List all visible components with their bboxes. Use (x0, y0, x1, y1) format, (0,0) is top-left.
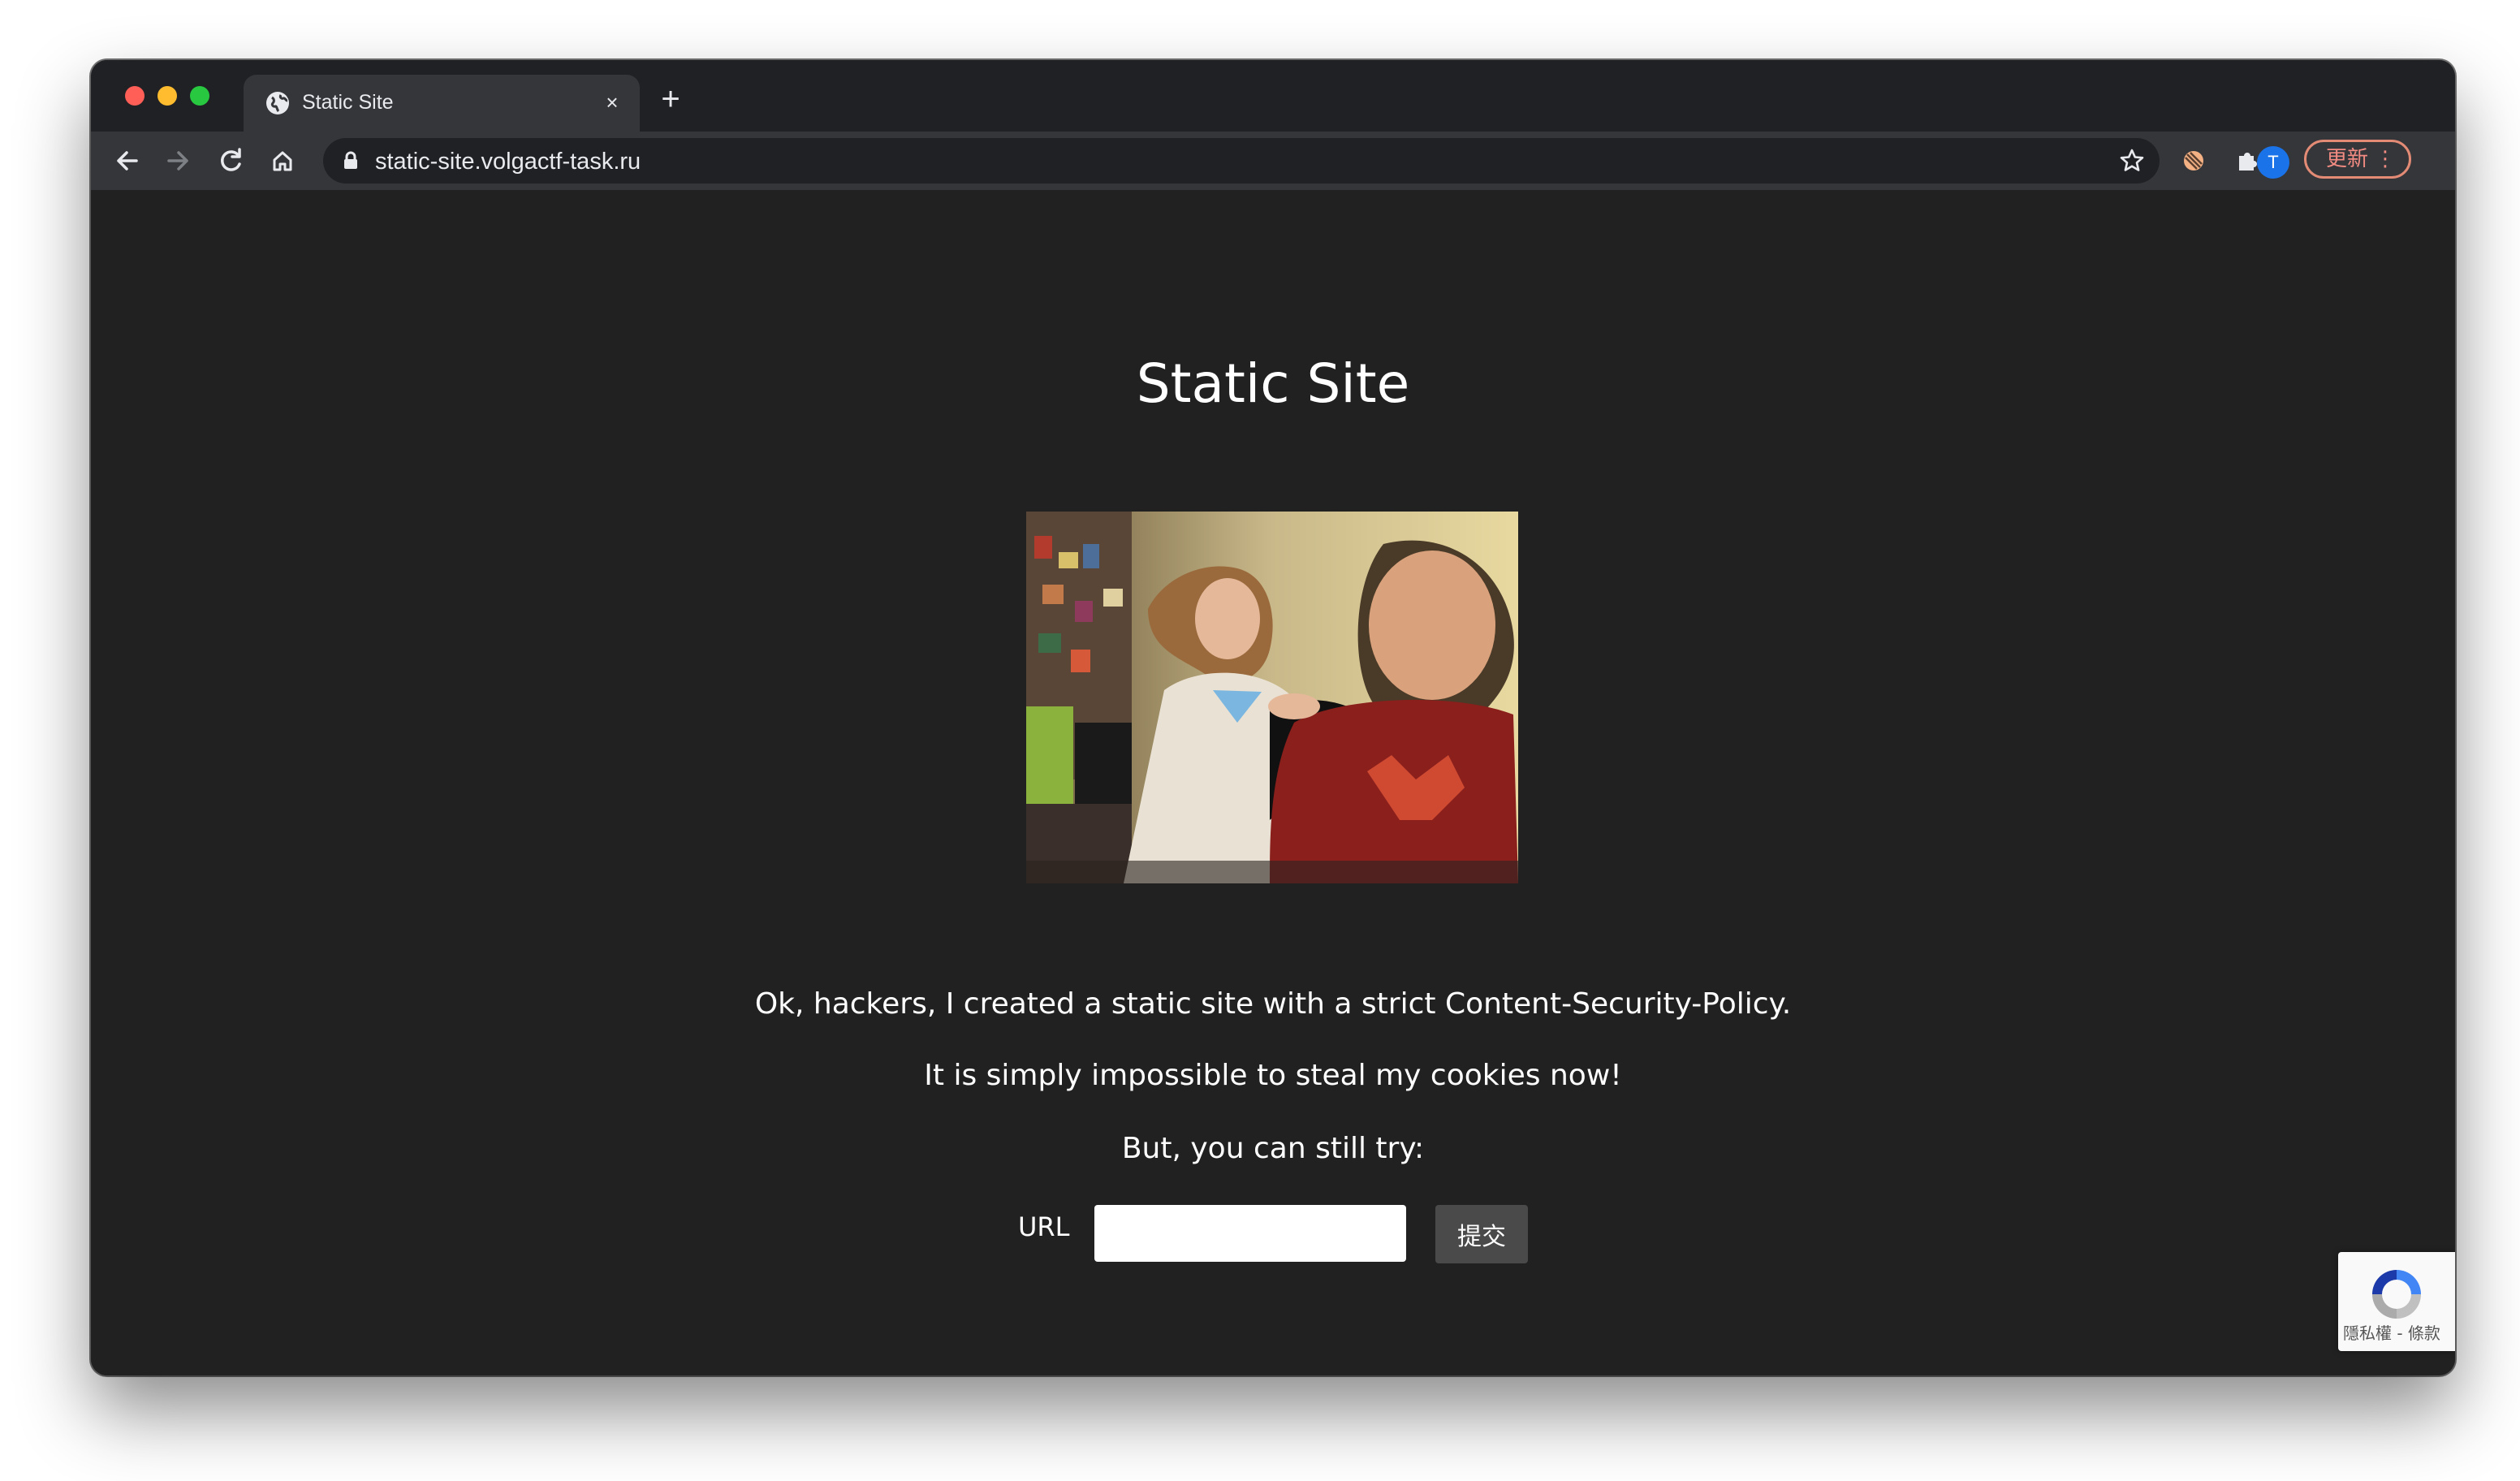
home-button[interactable] (263, 141, 302, 180)
arrow-left-icon (117, 151, 138, 171)
recaptcha-privacy-terms[interactable]: 隱私權 - 條款 (2343, 1320, 2450, 1344)
update-button-label: 更新 (2326, 147, 2369, 171)
url-field-label: URL (1018, 1211, 1070, 1242)
reload-button[interactable] (211, 141, 250, 180)
home-icon (273, 151, 292, 171)
browser-window: Static Site × + static-site.volgactf-tas… (91, 60, 2455, 1375)
globe-icon (266, 92, 289, 114)
hero-photo (1026, 512, 1518, 883)
arrow-right-icon (167, 151, 188, 171)
star-icon[interactable] (2116, 145, 2148, 177)
address-bar[interactable]: static-site.volgactf-task.ru (323, 138, 2160, 184)
cookies-paragraph: It is simply impossible to steal my cook… (924, 1059, 1622, 1092)
extension-icon[interactable] (2176, 143, 2211, 179)
minimize-window-button[interactable] (158, 86, 177, 106)
try-paragraph: But, you can still try: (1121, 1132, 1425, 1165)
intro-paragraph: Ok, hackers, I created a static site wit… (754, 987, 1792, 1021)
recaptcha-badge[interactable]: 隱私權 - 條款 (2338, 1252, 2455, 1351)
menu-dots-icon[interactable]: ⋮ (2375, 148, 2396, 171)
maximize-window-button[interactable] (190, 86, 209, 106)
lock-icon (344, 151, 357, 169)
url-text[interactable]: static-site.volgactf-task.ru (375, 149, 641, 175)
page-title: Static Site (1136, 352, 1410, 415)
profile-avatar[interactable]: T (2257, 146, 2289, 179)
back-button[interactable] (107, 141, 146, 180)
url-input[interactable] (1094, 1205, 1406, 1262)
forward-button[interactable] (159, 141, 198, 180)
tab-strip: Static Site × + (91, 60, 2455, 132)
browser-toolbar: static-site.volgactf-task.ru T 更新 ⋮ (91, 132, 2455, 190)
tab-static-site[interactable]: Static Site × (244, 75, 640, 132)
photo-illustration (1026, 512, 1518, 883)
reload-icon (221, 148, 241, 171)
new-tab-button[interactable]: + (651, 81, 690, 120)
close-tab-icon[interactable]: × (596, 86, 628, 119)
recaptcha-icon (2372, 1270, 2421, 1319)
close-window-button[interactable] (125, 86, 145, 106)
submit-button[interactable]: 提交 (1435, 1205, 1528, 1263)
tab-title: Static Site (302, 91, 394, 114)
update-button[interactable]: 更新 ⋮ (2304, 140, 2411, 179)
page-content: Static Site Ok, hackers, I created a sta… (91, 190, 2455, 1375)
